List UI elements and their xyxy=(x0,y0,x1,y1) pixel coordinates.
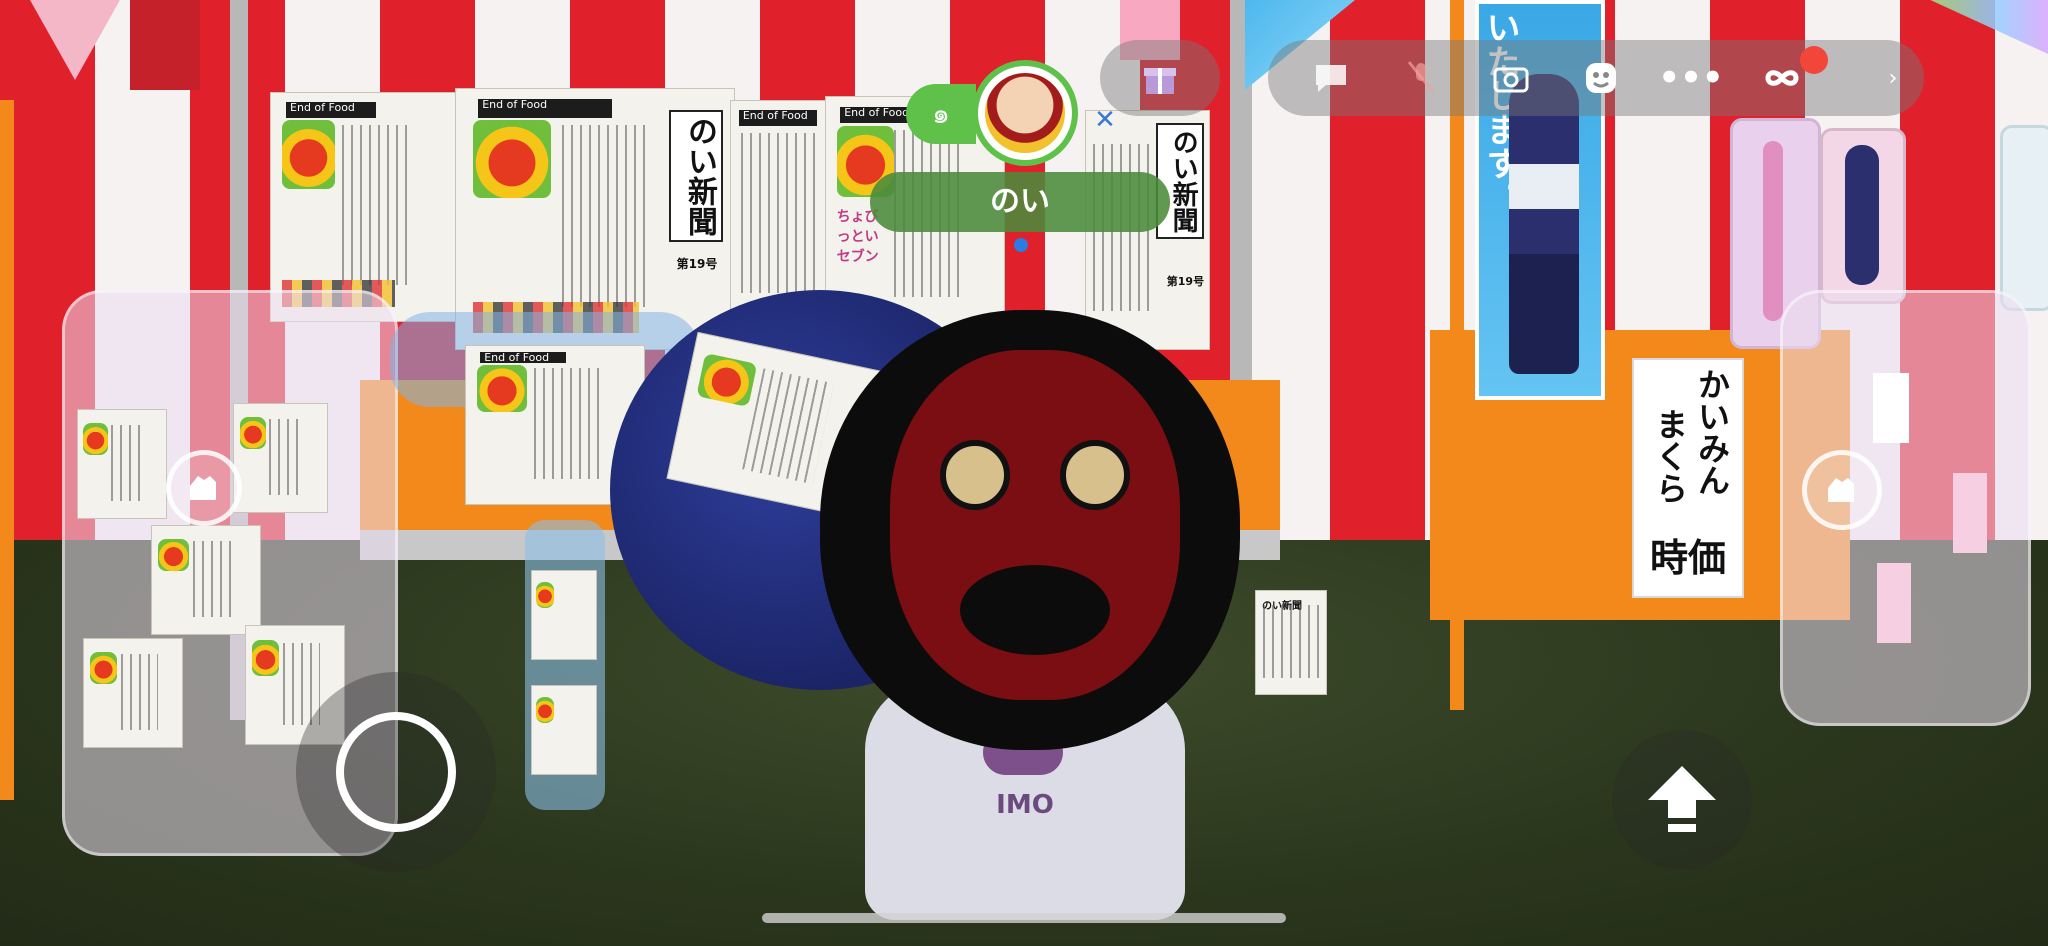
voice-indicator: ๑ xyxy=(906,84,976,144)
mask-eye-left xyxy=(940,440,1010,510)
article-text xyxy=(561,125,646,308)
avatar-thumbnail xyxy=(972,60,1078,166)
food-picture xyxy=(535,581,554,608)
article-text xyxy=(269,419,305,495)
emote-icon xyxy=(1586,63,1616,93)
article-text xyxy=(342,124,414,285)
newspaper-header: End of Food xyxy=(738,110,818,127)
red-flag xyxy=(130,0,200,90)
gift-button[interactable] xyxy=(1100,40,1220,116)
avatar-head xyxy=(820,310,1240,750)
issue-number: 第19号 xyxy=(1166,274,1205,288)
article-text xyxy=(193,541,235,617)
mask-mouth xyxy=(960,565,1110,655)
chat-button[interactable] xyxy=(1296,40,1366,116)
guitar-picture xyxy=(1763,141,1783,321)
pillow-poster xyxy=(2000,125,2048,311)
character-picture xyxy=(1845,145,1879,285)
newspaper-header: End of Food xyxy=(480,352,566,364)
infinity-button[interactable] xyxy=(1746,40,1828,116)
grab-right-button[interactable] xyxy=(1802,450,1882,530)
mini-newspaper xyxy=(151,525,261,635)
article-text xyxy=(742,368,834,485)
food-picture xyxy=(83,422,108,456)
chevron-right-icon: › xyxy=(1888,65,1898,91)
notification-dot xyxy=(1800,46,1828,74)
grab-hand-icon xyxy=(1828,478,1854,502)
jump-arrow-icon xyxy=(1648,766,1716,832)
mic-button[interactable] xyxy=(1386,40,1456,116)
mask-eye-right xyxy=(1060,440,1130,510)
newspaper-title: のい新聞 xyxy=(668,109,723,242)
article-text xyxy=(533,368,602,479)
chat-icon xyxy=(1316,65,1346,92)
more-icon: ••• xyxy=(1658,58,1724,98)
more-button[interactable]: ••• xyxy=(1656,40,1726,116)
article-text xyxy=(121,654,159,730)
mini-newspaper xyxy=(77,409,167,519)
pennant-flag xyxy=(30,0,120,80)
sign-price: 時価 xyxy=(1649,536,1726,580)
food-picture xyxy=(251,640,280,676)
food-picture xyxy=(158,538,189,572)
food-picture xyxy=(89,651,118,685)
mini-poster xyxy=(1877,563,1911,643)
camera-icon xyxy=(1493,67,1529,93)
mini-poster xyxy=(1873,373,1909,443)
gift-icon xyxy=(1100,40,1220,116)
movement-joystick-base[interactable] xyxy=(296,672,496,872)
food-picture xyxy=(476,364,527,413)
food-picture xyxy=(472,120,551,199)
article-text xyxy=(111,425,145,501)
mic-off-icon xyxy=(1407,61,1435,93)
glass-tube xyxy=(525,520,605,810)
mini-poster xyxy=(1953,473,1987,553)
top-toolbar: ••• › xyxy=(1268,40,1924,116)
position-dot xyxy=(1014,238,1028,252)
food-picture xyxy=(239,416,266,450)
food-picture xyxy=(282,120,335,189)
article-text xyxy=(1263,605,1319,678)
joystick-icon[interactable] xyxy=(336,712,456,832)
character-illustration xyxy=(1509,74,1579,374)
price-sign: かいみん まくら 時価 xyxy=(1632,358,1744,598)
grab-hand-icon xyxy=(190,476,216,500)
newspaper-header: End of Food xyxy=(478,99,612,118)
voice-icon: ๑ xyxy=(932,97,950,130)
newspaper-header: End of Food xyxy=(286,102,377,119)
mini-newspaper xyxy=(233,403,328,513)
username-plate: のい xyxy=(870,172,1170,232)
avatar-face-icon xyxy=(985,73,1065,153)
sign-line-2: まくら xyxy=(1651,408,1689,504)
grab-left-button[interactable] xyxy=(166,450,242,526)
camera-button[interactable] xyxy=(1476,40,1546,116)
tengu-mask xyxy=(890,350,1180,700)
shirt-text: IMO xyxy=(996,790,1054,820)
issue-number: 第19号 xyxy=(676,257,718,272)
jump-button[interactable] xyxy=(1612,730,1752,870)
food-picture xyxy=(535,696,554,723)
home-indicator[interactable] xyxy=(762,913,1286,923)
mini-newspaper xyxy=(531,685,597,775)
mini-newspaper xyxy=(531,570,597,660)
orange-post-left xyxy=(0,100,14,800)
mini-newspaper xyxy=(83,638,183,748)
newspaper-poster: End of Food xyxy=(270,92,460,322)
article-text xyxy=(740,132,820,293)
mini-newspaper: のい新聞 xyxy=(1255,590,1327,695)
collapse-toolbar-button[interactable]: › xyxy=(1868,40,1918,116)
newspaper-poster: End of Food のい新聞 第19号 xyxy=(455,88,735,350)
food-picture xyxy=(696,352,758,408)
sign-line-1: かいみん xyxy=(1693,368,1731,496)
emote-button[interactable] xyxy=(1566,40,1636,116)
pillow-poster xyxy=(1820,128,1906,304)
